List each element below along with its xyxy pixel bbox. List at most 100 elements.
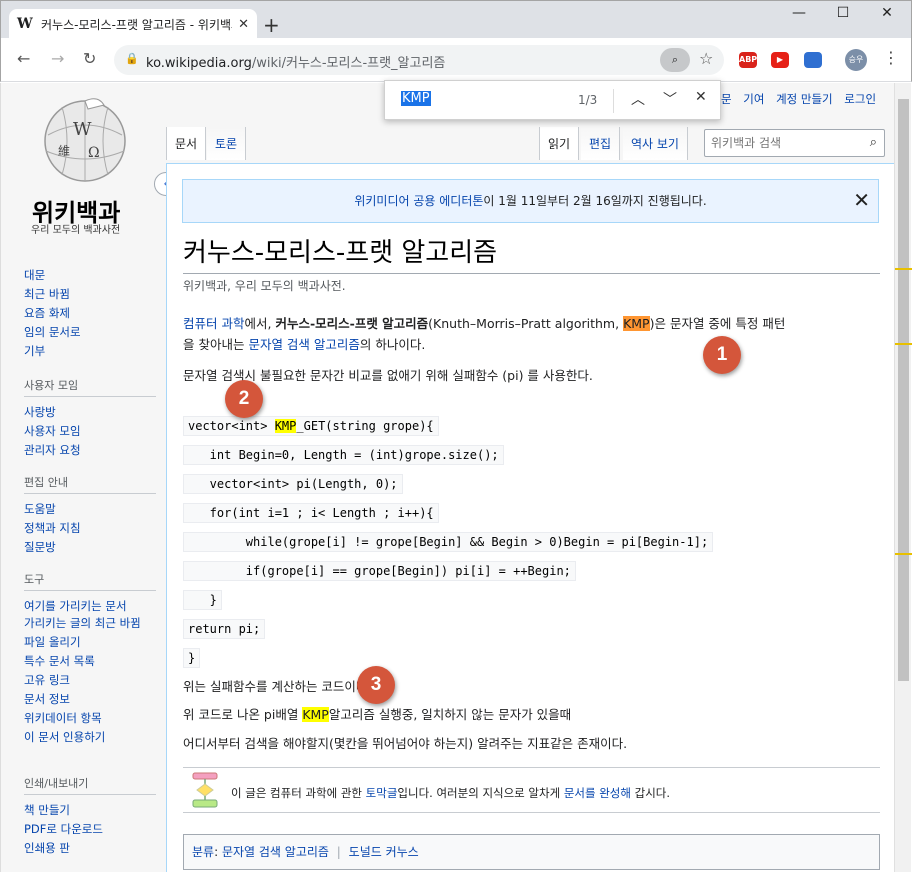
code-line: return pi;: [183, 619, 266, 639]
sidebar-item-upload-file[interactable]: 파일 올리기: [24, 633, 156, 652]
sidebar-item-wikidata[interactable]: 위키데이터 항목: [24, 709, 156, 728]
flowchart-icon: [192, 772, 218, 808]
new-tab-button[interactable]: +: [263, 13, 280, 37]
code-line: }: [183, 648, 201, 668]
page-subtitle: 위키백과, 우리 모두의 백과사전.: [183, 279, 346, 293]
tab-article[interactable]: 문서: [166, 127, 207, 160]
youtube-extension-icon[interactable]: ▶: [771, 52, 789, 68]
find-input[interactable]: KMP: [401, 91, 431, 106]
sidebar-item-community-portal[interactable]: 사용자 모임: [24, 422, 156, 441]
sidebar-item-help[interactable]: 도움말: [24, 500, 156, 519]
minimize-window-icon[interactable]: —: [779, 5, 819, 21]
sidebar-item-policies[interactable]: 정책과 지침: [24, 519, 156, 538]
find-previous-icon[interactable]: ︿: [631, 89, 645, 109]
sidebar-item-what-links-here[interactable]: 여기를 가리키는 문서: [24, 597, 156, 616]
paragraph-after-2: 위 코드로 나온 pi배열 KMP알고리즘 실행중, 일치하지 않는 문자가 있…: [183, 704, 883, 725]
sidebar-item-questions[interactable]: 질문방: [24, 538, 156, 557]
extension-icon[interactable]: [804, 52, 822, 68]
sidebar-item-main-page[interactable]: 대문: [24, 266, 156, 285]
wiki-search: ⌕: [704, 129, 885, 157]
code-line: vector<int> KMP_GET(string grope){: [183, 416, 439, 436]
lock-icon: 🔒: [125, 52, 139, 65]
personal-talk-link[interactable]: 문: [721, 92, 732, 106]
sidebar-help-heading: 편집 안내: [24, 474, 156, 494]
login-link[interactable]: 로그인: [844, 92, 876, 106]
wiki-page: W Ω 維 위키백과 우리 모두의 백과사전 ‹ 대문 최근 바뀜 요즘 화제 …: [1, 83, 894, 872]
wikipedia-favicon-icon: W: [17, 16, 33, 32]
wikipedia-globe-logo-icon[interactable]: W Ω 維: [28, 95, 142, 185]
sidebar-item-create-book[interactable]: 책 만들기: [24, 801, 156, 820]
close-window-icon[interactable]: ✕: [867, 5, 907, 21]
find-count: 1/3: [578, 93, 598, 107]
link-computer-science[interactable]: 컴퓨터 과학: [183, 316, 244, 331]
active-tab[interactable]: W 커누스-모리스-프랫 알고리즘 - 위키백과 ✕: [9, 9, 257, 39]
reload-icon[interactable]: ↻: [83, 49, 96, 68]
find-marker: [895, 343, 912, 345]
address-bar[interactable]: 🔒 ko.wikipedia.org/wiki/커누스-모리스-프랫_알고리즘 …: [114, 45, 724, 75]
scrollbar-thumb[interactable]: [898, 99, 909, 681]
sidebar-item-download-pdf[interactable]: PDF로 다운로드: [24, 820, 156, 839]
browser-toolbar: ← → ↻ 🔒 ko.wikipedia.org/wiki/커누스-모리스-프랫…: [0, 38, 912, 82]
sidebar-tools-heading: 도구: [24, 571, 156, 591]
paragraph-failure-function: 문자열 검색시 불필요한 문자간 비교를 없애기 위해 실패함수 (pi) 를 …: [183, 368, 593, 383]
profile-avatar[interactable]: 승우: [845, 49, 867, 71]
back-arrow-icon[interactable]: ←: [17, 49, 30, 68]
create-account-link[interactable]: 계정 만들기: [776, 92, 833, 106]
sidebar-item-page-info[interactable]: 문서 정보: [24, 690, 156, 709]
maximize-window-icon[interactable]: ☐: [823, 5, 863, 21]
bookmark-star-icon[interactable]: ☆: [699, 49, 713, 68]
search-icon[interactable]: ⌕: [870, 135, 877, 150]
find-indicator-icon[interactable]: ⌕: [660, 48, 690, 72]
sidebar-main-nav: 대문 최근 바뀜 요즘 화제 임의 문서로 기부: [24, 266, 156, 361]
find-match: KMP: [302, 707, 329, 722]
tab-strip: W 커누스-모리스-프랫 알고리즘 - 위키백과 ✕ + — ☐ ✕: [0, 0, 912, 39]
close-notice-icon[interactable]: ✕: [853, 184, 870, 216]
personal-contributions-link[interactable]: 기여: [743, 92, 764, 106]
category-item[interactable]: 문자열 검색 알고리즘: [222, 845, 329, 859]
sidebar-item-recent-changes[interactable]: 최근 바뀜: [24, 285, 156, 304]
tab-close-icon[interactable]: ✕: [238, 17, 249, 32]
sidebar-item-current-events[interactable]: 요즘 화제: [24, 304, 156, 323]
wiki-search-input[interactable]: [705, 130, 855, 156]
tab-history[interactable]: 역사 보기: [623, 127, 688, 160]
find-separator: [613, 89, 614, 113]
svg-text:維: 維: [58, 144, 70, 158]
tab-edit[interactable]: 편집: [581, 127, 621, 160]
category-label[interactable]: 분류: [192, 845, 214, 859]
url-text[interactable]: ko.wikipedia.org/wiki/커누스-모리스-프랫_알고리즘: [146, 52, 445, 71]
page-scrollbar[interactable]: [894, 83, 912, 872]
tab-read[interactable]: 읽기: [539, 127, 580, 160]
find-close-icon[interactable]: ✕: [695, 89, 707, 105]
tab-title: 커누스-모리스-프랫 알고리즘 - 위키백과: [41, 17, 233, 32]
sidebar-item-cite[interactable]: 이 문서 인용하기: [24, 728, 156, 747]
sidebar-item-related-changes[interactable]: 가리키는 글의 최근 바뀜: [24, 616, 156, 630]
forward-arrow-icon[interactable]: →: [51, 49, 64, 68]
sidebar-help: 편집 안내 도움말 정책과 지침 질문방: [24, 474, 156, 557]
code-line: vector<int> pi(Length, 0);: [183, 474, 403, 494]
code-line: int Begin=0, Length = (int)grope.size();: [183, 445, 504, 465]
intro-paragraph: 컴퓨터 과학에서, 커누스-모리스-프랫 알고리즘(Knuth–Morris–P…: [183, 313, 883, 355]
category-colon: :: [214, 845, 222, 859]
sidebar-print: 인쇄/내보내기 책 만들기 PDF로 다운로드 인쇄용 판: [24, 775, 156, 858]
sidebar-item-permanent-link[interactable]: 고유 링크: [24, 671, 156, 690]
stub-link[interactable]: 토막글: [366, 786, 398, 800]
sidebar-item-printable[interactable]: 인쇄용 판: [24, 839, 156, 858]
category-separator: |: [336, 845, 341, 859]
sidebar-item-admin-requests[interactable]: 관리자 요청: [24, 441, 156, 460]
link-string-search[interactable]: 문자열 검색 알고리즘: [248, 337, 359, 352]
code-line-1-post: _GET(string grope){: [296, 419, 434, 433]
site-notice-link[interactable]: 위키미디어 공용 에디터톤: [354, 194, 483, 208]
category-item[interactable]: 도널드 커누스: [349, 845, 419, 859]
tab-talk[interactable]: 토론: [207, 127, 247, 160]
adblock-extension-icon[interactable]: ABP: [739, 52, 757, 68]
sidebar-print-heading: 인쇄/내보내기: [24, 775, 156, 795]
after-2-pre: 위 코드로 나온 pi배열: [183, 707, 303, 722]
find-next-icon[interactable]: ﹀: [663, 89, 677, 109]
sidebar-item-donate[interactable]: 기부: [24, 342, 156, 361]
complete-article-link[interactable]: 문서를 완성해: [564, 786, 631, 800]
url-domain: ko.wikipedia.org: [146, 56, 252, 71]
sidebar-item-village-pump[interactable]: 사랑방: [24, 403, 156, 422]
sidebar-item-special-pages[interactable]: 특수 문서 목록: [24, 652, 156, 671]
sidebar-item-random[interactable]: 임의 문서로: [24, 323, 156, 342]
menu-dots-icon[interactable]: ⋮: [883, 48, 899, 67]
